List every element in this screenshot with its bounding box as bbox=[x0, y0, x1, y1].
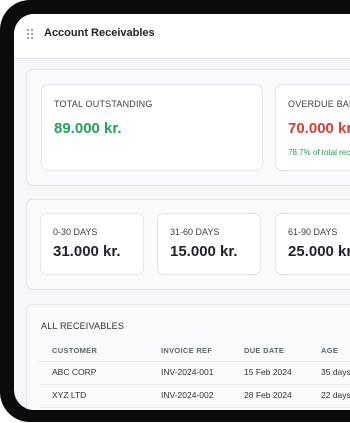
aging-card-0-30: 0-30 DAYS 31.000 kr. bbox=[40, 213, 144, 275]
due-date-cell: 15 Feb 2024 bbox=[244, 367, 292, 377]
aging-card-31-60: 31-60 DAYS 15.000 kr. bbox=[157, 213, 261, 275]
invoice-ref-cell: INV-2024-001 bbox=[161, 367, 214, 377]
aging-value-31-60: 15.000 kr. bbox=[170, 243, 238, 260]
device-frame: Account Receivables TOTAL OUTSTANDING 89… bbox=[0, 0, 350, 422]
aging-label-31-60: 31-60 DAYS bbox=[170, 227, 220, 237]
aging-value-0-30: 31.000 kr. bbox=[53, 243, 121, 260]
total-outstanding-label: TOTAL OUTSTANDING bbox=[54, 99, 153, 109]
overdue-balance-label: OVERDUE BALANCE bbox=[288, 99, 350, 109]
summary-panel: TOTAL OUTSTANDING 89.000 kr. OVERDUE BAL… bbox=[26, 69, 350, 186]
drag-handle-icon[interactable] bbox=[27, 29, 33, 41]
total-outstanding-card: TOTAL OUTSTANDING 89.000 kr. bbox=[41, 84, 263, 171]
widget-header: Account Receivables bbox=[14, 14, 350, 59]
total-outstanding-value: 89.000 kr. bbox=[54, 120, 122, 137]
widget-title: Account Receivables bbox=[44, 27, 155, 39]
customer-cell: XYZ LTD bbox=[52, 390, 87, 400]
column-header-due-date[interactable]: DUE DATE bbox=[244, 346, 284, 355]
column-header-age[interactable]: AGE bbox=[321, 346, 338, 355]
column-header-customer[interactable]: CUSTOMER bbox=[52, 346, 97, 355]
table-row[interactable]: XYZ LTD INV-2024-002 28 Feb 2024 22 days bbox=[39, 384, 350, 408]
table-row[interactable]: ABC CORP INV-2024-001 15 Feb 2024 35 day… bbox=[39, 361, 350, 385]
age-cell: 35 days bbox=[321, 367, 350, 377]
age-cell: 22 days bbox=[321, 390, 350, 400]
receivables-title: ALL RECEIVABLES bbox=[41, 321, 125, 331]
table-header-row: CUSTOMER INVOICE REF DUE DATE AGE bbox=[39, 341, 350, 362]
aging-label-0-30: 0-30 DAYS bbox=[53, 227, 98, 237]
customer-cell: ABC CORP bbox=[52, 367, 97, 377]
overdue-balance-value: 70.000 kr. bbox=[288, 120, 350, 137]
overdue-balance-card: OVERDUE BALANCE 70.000 kr. 78.7% of tota… bbox=[275, 84, 350, 171]
app-window: Account Receivables TOTAL OUTSTANDING 89… bbox=[14, 14, 350, 410]
due-date-cell: 28 Feb 2024 bbox=[244, 390, 292, 400]
invoice-ref-cell: INV-2024-002 bbox=[161, 390, 214, 400]
screenshot-stage: Account Receivables TOTAL OUTSTANDING 89… bbox=[0, 0, 350, 423]
aging-panel: 0-30 DAYS 31.000 kr. 31-60 DAYS 15.000 k… bbox=[26, 199, 350, 290]
aging-card-61-90: 61-90 DAYS 25.000 kr. bbox=[275, 213, 350, 275]
receivables-panel: ALL RECEIVABLES CUSTOMER INVOICE REF DUE… bbox=[26, 304, 350, 410]
aging-value-61-90: 25.000 kr. bbox=[288, 243, 350, 260]
column-header-invoice-ref[interactable]: INVOICE REF bbox=[161, 346, 212, 355]
overdue-percentage-text: 78.7% of total receivables bbox=[288, 148, 350, 157]
aging-label-61-90: 61-90 DAYS bbox=[288, 227, 338, 237]
